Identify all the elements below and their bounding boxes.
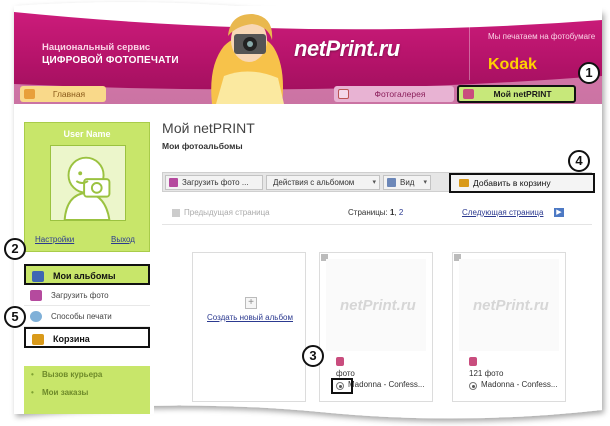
sidebar-item-upload[interactable]: Загрузить фото [24,285,150,306]
callout-4: 4 [568,150,590,172]
view-dropdown[interactable]: Вид ▾ [383,175,431,190]
sidebar-menu: Мои альбомы Загрузить фото Способы печат… [24,264,150,348]
album-name[interactable]: Madonna - Confess... [348,380,424,389]
album-photo-count: фото [336,369,355,378]
sidebar-item-my-albums[interactable]: Мои альбомы [24,264,150,285]
album-name[interactable]: Madonna - Confess... [481,380,557,389]
bullet-icon: • [31,388,34,397]
tab-home-label: Главная [52,89,86,99]
sidebar-item-print-methods[interactable]: Способы печати [24,306,150,327]
owner-icon [336,357,344,366]
album-photo-count: 121 фото [469,369,504,378]
sidebar-item-label: Мои заказы [42,388,89,397]
kodak-banner: Мы печатаем на фотобумаге Kodak [469,18,595,80]
arrow-left-icon [172,209,180,217]
add-to-cart-button[interactable]: Добавить в корзину [449,173,595,193]
sidebar-item-cart[interactable]: Корзина [24,327,150,348]
albums-icon [32,271,44,282]
logout-link[interactable]: Выход [111,235,135,244]
tab-gallery-label: Фотогалерея [374,89,426,99]
netprint-logo[interactable]: netPrint.ru [294,36,400,62]
album-thumbnail[interactable]: netPrint.ru [326,259,426,351]
page-title: Мой netPRINT [162,120,255,136]
sidebar-item-label: Загрузить фото [51,291,109,300]
pages-label: Страницы: [348,208,388,217]
chevron-down-icon: ▾ [423,179,427,186]
prev-page-link[interactable]: Предыдущая страница [172,208,270,217]
gallery-icon [338,89,349,99]
owner-icon [469,357,477,366]
avatar-camera-icon [51,146,125,221]
site-header: Национальный сервис ЦИФРОВОЙ ФОТОПЕЧАТИ … [14,6,602,104]
sidebar-item-label: Способы печати [51,312,112,321]
chevron-down-icon: ▾ [372,179,376,186]
thumb-placeholder-logo: netPrint.ru [340,297,416,314]
view-icon [387,178,396,187]
arrow-right-icon[interactable]: ▶ [554,208,564,217]
create-album-link[interactable]: Создать новый альбом [203,313,297,323]
callout-1: 1 [578,62,600,84]
brand-title: ЦИФРОВОЙ ФОТОПЕЧАТИ [42,55,179,66]
sidebar-secondary-menu: • Вызов курьера • Мои заказы [24,366,150,414]
album-actions-label: Действия с альбомом [273,178,355,187]
sidebar-item-label: Вызов курьера [42,370,103,379]
sidebar-item-label: Корзина [53,334,90,344]
page-numbers: Страницы: 1, 2 [348,208,404,217]
prev-page-label: Предыдущая страница [184,208,270,217]
page-link-2[interactable]: 2 [399,208,403,217]
user-icon [463,89,474,99]
sidebar-item-label: Мои альбомы [53,271,116,281]
sidebar-item-my-orders[interactable]: • Мои заказы [24,384,150,402]
plus-icon: + [245,297,257,309]
cart-icon [459,179,469,187]
sidebar: User Name Настройки Выход Мои альбомы За… [14,116,154,414]
next-page-link[interactable]: Следующая страница [462,208,543,217]
callout-3: 3 [302,345,324,367]
cart-icon [32,334,44,345]
album-card[interactable]: netPrint.ru 121 фото Madonna - Confess..… [452,252,566,402]
album-select-radio[interactable] [469,382,477,390]
tab-home[interactable]: Главная [20,86,106,102]
upload-icon [30,290,42,301]
pagination: Предыдущая страница Страницы: 1, 2 Следу… [162,208,592,220]
photographer-girl-image [211,14,284,104]
upload-icon [169,178,178,187]
album-toolbar: Загрузить фото ... Действия с альбомом ▾… [162,172,595,193]
upload-photo-label: Загрузить фото ... [182,178,249,187]
divider [162,224,592,225]
callout-5: 5 [4,306,26,328]
radio-highlight [331,378,353,394]
user-name: User Name [63,129,111,139]
view-label: Вид [400,178,415,187]
create-album-card[interactable]: + Создать новый альбом [192,252,306,402]
avatar[interactable] [50,145,126,221]
home-icon [24,89,35,99]
upload-photo-button[interactable]: Загрузить фото ... [165,175,263,190]
settings-link[interactable]: Настройки [35,235,74,244]
album-thumbnail[interactable]: netPrint.ru [459,259,559,351]
kodak-text: Мы печатаем на фотобумаге [488,32,596,41]
kodak-logo: Kodak [488,56,537,73]
page-subtitle: Мои фотоальбомы [162,141,243,151]
callout-2: 2 [4,238,26,260]
tab-gallery[interactable]: Фотогалерея [334,86,454,102]
thumb-placeholder-logo: netPrint.ru [473,297,549,314]
profile-box: User Name Настройки Выход [24,122,150,252]
tab-my-netprint[interactable]: Мой netPRINT [457,85,576,103]
main-content: Мой netPRINT Мои фотоальбомы Загрузить ф… [162,116,602,414]
add-to-cart-label: Добавить в корзину [473,178,551,188]
sidebar-item-courier[interactable]: • Вызов курьера [24,366,150,384]
bullet-icon: • [31,370,34,379]
album-actions-dropdown[interactable]: Действия с альбомом ▾ [266,175,380,190]
tab-my-netprint-label: Мой netPRINT [493,89,552,99]
brand-subtitle: Национальный сервис [42,42,151,53]
current-page: 1 [390,208,395,217]
print-methods-icon [30,311,42,322]
